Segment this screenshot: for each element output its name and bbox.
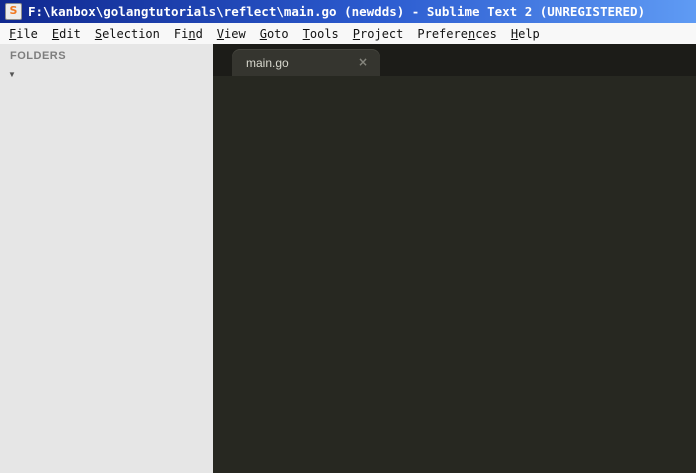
menu-bar: File Edit Selection Find View Goto Tools Projec…	[0, 23, 696, 45]
collapse-arrow-icon[interactable]: ▼	[7, 70, 17, 79]
menu-item-tools[interactable]: Tools	[296, 25, 346, 43]
code-editor[interactable]	[213, 76, 696, 473]
menu-item-view[interactable]: View	[210, 25, 253, 43]
menu-item-find[interactable]: Find	[167, 25, 210, 43]
menu-item-file[interactable]: File	[2, 25, 45, 43]
tab-close-icon[interactable]: ×	[358, 55, 368, 69]
menu-item-help[interactable]: Help	[504, 25, 547, 43]
tab-main-go[interactable]: main.go ×	[232, 49, 380, 76]
window-title: F:\kanbox\golangtutorials\reflect\main.g…	[28, 4, 646, 19]
tab-bar: main.go ×	[213, 44, 696, 76]
folder-tree: ▼	[0, 65, 213, 84]
menu-item-selection[interactable]: Selection	[88, 25, 167, 43]
editor-pane: main.go ×	[213, 44, 696, 473]
menu-item-goto[interactable]: Goto	[253, 25, 296, 43]
folders-header: FOLDERS	[10, 50, 67, 62]
menu-item-preferences[interactable]: Preferences	[410, 25, 504, 43]
sidebar: FOLDERS ▼	[0, 44, 213, 473]
tab-label: main.go	[246, 55, 289, 70]
menu-item-edit[interactable]: Edit	[45, 25, 88, 43]
tree-item-golangtutorials[interactable]: ▼	[0, 65, 213, 84]
menu-item-project[interactable]: Project	[346, 25, 411, 43]
sublime-app-icon: S	[5, 3, 22, 20]
title-bar: S F:\kanbox\golangtutorials\reflect\main…	[0, 0, 696, 23]
